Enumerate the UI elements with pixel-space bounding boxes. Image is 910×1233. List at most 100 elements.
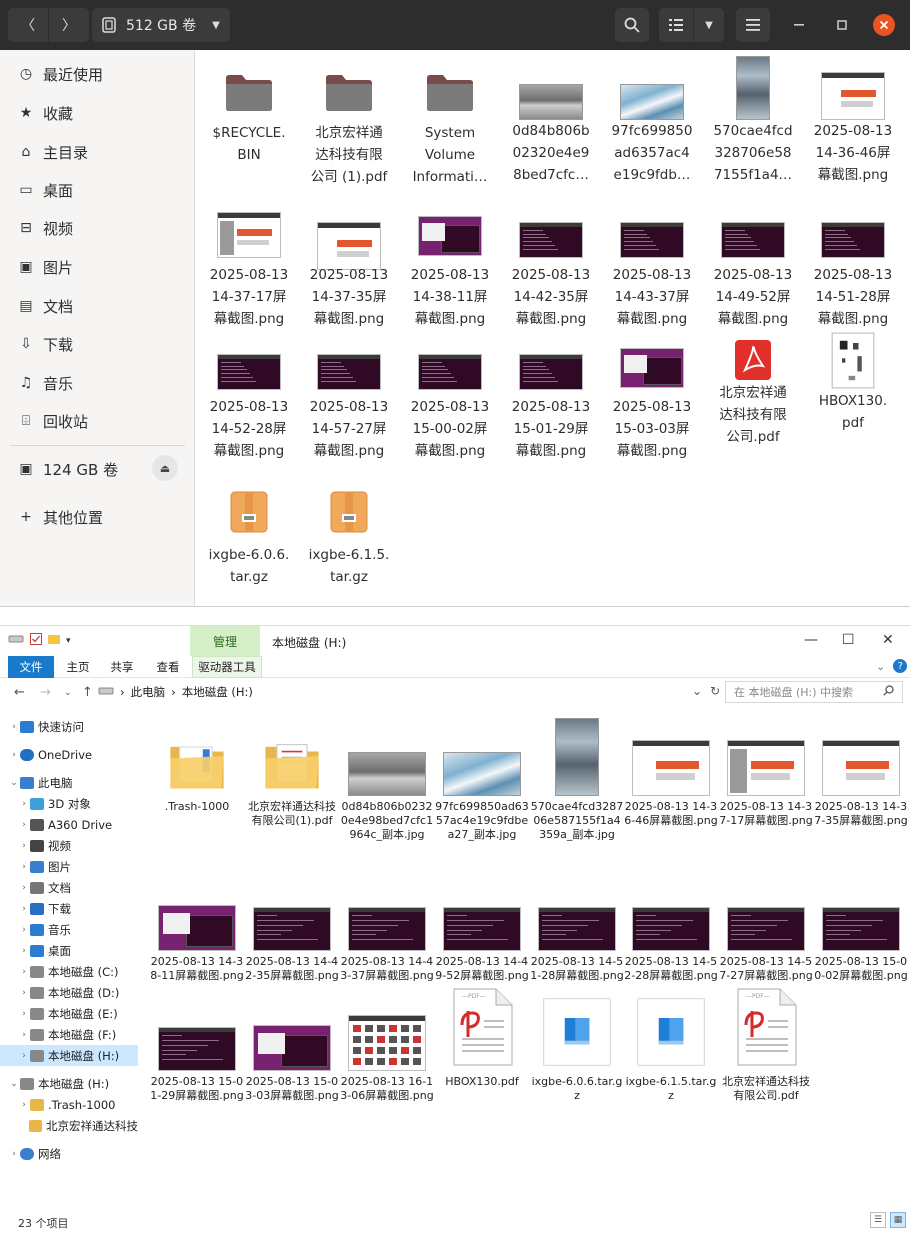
chevron-right-icon[interactable]: › — [18, 862, 30, 872]
sidebar-item-document[interactable]: ▤ 文档 — [0, 290, 195, 322]
sidebar-item-music[interactable]: ♫ 音乐 — [0, 367, 195, 399]
forward-button[interactable]: 〉 — [49, 8, 89, 42]
sidebar-item-video[interactable]: ⊟ 视频 — [0, 212, 195, 244]
nav-item[interactable]: › 本地磁盘 (C:) — [0, 961, 138, 982]
search-input[interactable]: 在 本地磁盘 (H:) 中搜索 — [725, 681, 903, 703]
chevron-down-icon[interactable]: ⌄ — [8, 778, 20, 788]
breadcrumb[interactable]: › 此电脑 › 本地磁盘 (H:) — [98, 682, 718, 702]
nav-item[interactable]: › 本地磁盘 (H:) — [0, 1045, 138, 1066]
chevron-right-icon[interactable]: › — [18, 967, 30, 977]
nav-item[interactable]: › 本地磁盘 (D:) — [0, 982, 138, 1003]
nav-item[interactable]: › 视频 — [0, 835, 138, 856]
chevron-right-icon[interactable]: › — [18, 1030, 30, 1040]
chevron-right-icon[interactable]: › — [8, 722, 20, 732]
explorer-window: ▾ 管理 本地磁盘 (H:) — ☐ ✕ 文件 主页 共享 查看 驱动器工具 ⌄… — [0, 625, 910, 1232]
up-button[interactable]: ↑ — [82, 685, 93, 700]
nav-item[interactable]: 北京宏祥通达科技 — [0, 1115, 138, 1136]
tab-share[interactable]: 共享 — [104, 656, 140, 678]
sidebar-item-picture[interactable]: ▣ 图片 — [0, 251, 195, 283]
sidebar-item-star[interactable]: ★ 收藏 — [0, 97, 195, 129]
chevron-right-icon[interactable]: › — [18, 946, 30, 956]
nav-item[interactable]: › 桌面 — [0, 940, 138, 961]
chevron-right-icon[interactable]: › — [8, 1149, 20, 1159]
file-name: 0d84b806b 02320e4e9 8bed7cfc… — [512, 123, 590, 183]
expand-ribbon-icon[interactable]: ⌄ — [876, 660, 885, 673]
chevron-right-icon[interactable]: › — [18, 1051, 30, 1061]
drive-icon — [102, 17, 116, 33]
sidebar-item-desktop[interactable]: ▭ 桌面 — [0, 174, 195, 206]
chevron-right-icon[interactable]: › — [18, 799, 30, 809]
nav-item[interactable]: › 快速访问 — [0, 716, 138, 737]
minimize-button[interactable] — [790, 16, 808, 34]
chevron-right-icon[interactable]: › — [18, 925, 30, 935]
search-button[interactable] — [615, 8, 649, 42]
maximize-button[interactable] — [833, 16, 851, 34]
manage-contextual-tab[interactable]: 管理 — [190, 626, 260, 656]
tab-drive-tools[interactable]: 驱动器工具 — [192, 656, 262, 678]
drive-icon — [8, 634, 24, 647]
chevron-down-icon[interactable]: ⌄ — [8, 1079, 20, 1089]
chevron-right-icon[interactable]: › — [18, 988, 30, 998]
properties-icon[interactable] — [30, 633, 42, 648]
nav-item[interactable]: › 3D 对象 — [0, 793, 138, 814]
chevron-right-icon[interactable]: › — [8, 750, 20, 760]
details-view-button[interactable]: ☰ — [870, 1212, 886, 1228]
folder-icon[interactable] — [48, 633, 60, 648]
nav-item[interactable]: › A360 Drive — [0, 814, 138, 835]
nav-item[interactable]: ⌄ 本地磁盘 (H:) — [0, 1073, 138, 1094]
tab-file[interactable]: 文件 — [8, 656, 54, 678]
sidebar-item-home[interactable]: ⌂ 主目录 — [0, 136, 195, 168]
file-name: 2025-08-13 14-42-35屏 幕截图.png — [511, 267, 591, 327]
view-options-button[interactable]: ▼ — [694, 8, 724, 42]
chevron-right-icon[interactable]: › — [18, 820, 30, 830]
nav-item[interactable]: › 下载 — [0, 898, 138, 919]
back-button[interactable]: ← — [14, 685, 25, 700]
nav-item[interactable]: › 文档 — [0, 877, 138, 898]
close-button[interactable] — [873, 14, 895, 36]
nav-item[interactable]: › OneDrive — [0, 744, 138, 765]
sidebar-item-plus[interactable]: + 其他位置 — [0, 501, 195, 533]
file-name: 2025-08-13 14-38-11屏 幕截图.png — [410, 267, 490, 327]
close-button[interactable]: ✕ — [882, 632, 894, 648]
recent-locations-button[interactable]: ⌄ — [64, 688, 72, 698]
menu-button[interactable] — [736, 8, 770, 42]
breadcrumb-drive-h[interactable]: 本地磁盘 (H:) — [182, 684, 253, 700]
chevron-right-icon[interactable]: › — [18, 883, 30, 893]
minimize-button[interactable]: — — [804, 632, 818, 648]
back-button[interactable]: 〈 — [8, 8, 48, 42]
chevron-right-icon[interactable]: › — [18, 1009, 30, 1019]
large-icons-view-button[interactable]: ▦ — [890, 1212, 906, 1228]
sidebar-item-download[interactable]: ⇩ 下载 — [0, 328, 195, 360]
nav-item[interactable]: ⌄ 此电脑 — [0, 772, 138, 793]
nav-item[interactable]: › 本地磁盘 (F:) — [0, 1024, 138, 1045]
chevron-right-icon[interactable]: › — [18, 841, 30, 851]
nav-item[interactable]: › 图片 — [0, 856, 138, 877]
sidebar-item-clock[interactable]: ◷ 最近使用 — [0, 58, 195, 90]
folder-icon — [224, 72, 274, 116]
address-dropdown-icon[interactable]: ⌄ — [692, 684, 702, 698]
terminal-screenshot-thumbnail — [443, 907, 521, 951]
help-icon[interactable]: ? — [893, 659, 908, 673]
refresh-icon[interactable]: ↻ — [710, 684, 720, 698]
nav-item[interactable]: › 网络 — [0, 1143, 138, 1164]
sidebar-item-trash[interactable]: ⌹ 回收站 — [0, 405, 195, 437]
breadcrumb-this-pc[interactable]: 此电脑 — [131, 684, 166, 700]
maximize-button[interactable]: ☐ — [842, 632, 855, 648]
chevron-right-icon[interactable]: › — [18, 1100, 30, 1110]
sidebar-item-label: 收藏 — [43, 104, 74, 123]
nav-item[interactable]: › 本地磁盘 (E:) — [0, 1003, 138, 1024]
location-button[interactable]: 512 GB 卷 ▼ — [92, 8, 230, 42]
drive-icon — [30, 965, 44, 978]
nav-item[interactable]: › 音乐 — [0, 919, 138, 940]
chevron-right-icon[interactable]: › — [18, 904, 30, 914]
sidebar-item-drive[interactable]: ▣ 124 GB 卷 — [0, 453, 195, 485]
forward-button[interactable]: → — [40, 685, 51, 700]
nav-item[interactable]: › .Trash-1000 — [0, 1094, 138, 1115]
nautilus-headerbar: 〈 〉 512 GB 卷 ▼ ▼ — [0, 0, 910, 50]
search-icon — [624, 17, 640, 33]
tab-home[interactable]: 主页 — [60, 656, 96, 678]
qat-dropdown-icon[interactable]: ▾ — [66, 636, 71, 646]
tab-view[interactable]: 查看 — [150, 656, 186, 678]
file-thumbnail — [245, 714, 339, 796]
list-view-button[interactable] — [659, 8, 693, 42]
